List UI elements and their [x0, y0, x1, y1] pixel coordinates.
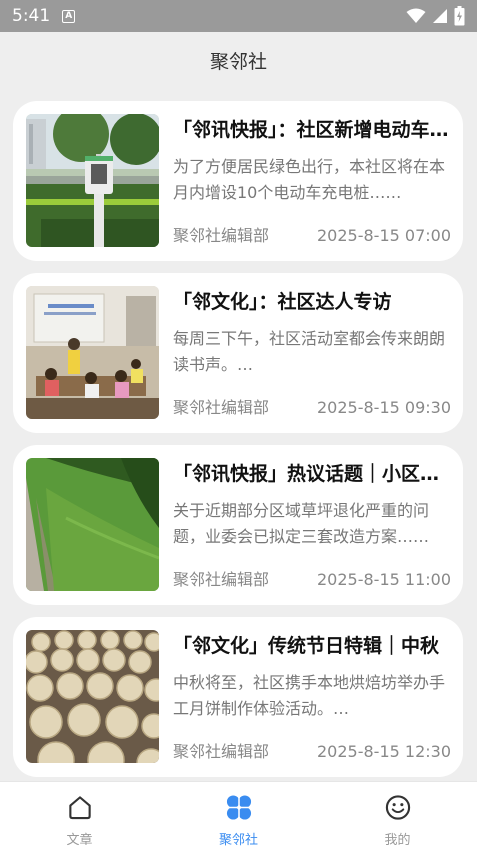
smile-icon	[385, 795, 410, 820]
nav-item-julinshe[interactable]: 聚邻社	[159, 782, 318, 848]
article-title: 「邻讯快报」：社区新增电动车充电桩	[173, 119, 451, 141]
article-meta: 聚邻社编辑部 2025-8-15 09:30	[173, 397, 451, 419]
status-icons	[406, 6, 465, 26]
article-excerpt: 为了方便居民绿色出行，本社区将在本月内增设10个电动车充电桩……	[173, 157, 446, 202]
article-body: 「邻讯快报」：社区新增电动车充电桩 为了方便居民绿色出行，本社区将在本月内增设1…	[173, 114, 451, 247]
article-meta: 聚邻社编辑部 2025-8-15 07:00	[173, 225, 451, 247]
article-title: 「邻讯快报」热议话题｜小区草坪	[173, 463, 451, 485]
article-time: 2025-8-15 12:30	[317, 742, 451, 761]
nav-label: 聚邻社	[218, 833, 258, 848]
article-author: 聚邻社编辑部	[173, 398, 270, 417]
mooncake-photo	[26, 630, 159, 763]
signal-icon	[433, 9, 447, 23]
grid-icon	[225, 794, 252, 821]
nav-label: 文章	[66, 833, 93, 848]
article-author: 聚邻社编辑部	[173, 570, 270, 589]
status-time: 5:41	[12, 6, 51, 26]
article-meta: 聚邻社编辑部 2025-8-15 11:00	[173, 569, 451, 591]
charging-station-photo	[26, 114, 159, 247]
nav-label: 我的	[384, 833, 411, 848]
bottom-nav: 文章 聚邻社 我的	[0, 781, 477, 848]
article-body: 「邻文化」：社区达人专访 每周三下午，社区活动室都会传来朗朗读书声。… 聚邻社编…	[173, 286, 451, 419]
notification-a-icon: A	[62, 9, 76, 23]
article-author: 聚邻社编辑部	[173, 226, 270, 245]
article-feed[interactable]: 「邻讯快报」：社区新增电动车充电桩 为了方便居民绿色出行，本社区将在本月内增设1…	[0, 88, 477, 780]
nav-item-mine[interactable]: 我的	[318, 782, 477, 848]
article-card[interactable]: 「邻讯快报」：社区新增电动车充电桩 为了方便居民绿色出行，本社区将在本月内增设1…	[13, 101, 463, 261]
wifi-icon	[406, 8, 426, 23]
reading-room-photo	[26, 286, 159, 419]
article-body: 「邻文化」传统节日特辑｜中秋 中秋将至，社区携手本地烘焙坊举办手工月饼制作体验活…	[173, 630, 451, 763]
article-time: 2025-8-15 11:00	[317, 570, 451, 589]
article-card[interactable]: 「邻讯快报」热议话题｜小区草坪 关于近期部分区域草坪退化严重的问题，业委会已拟定…	[13, 445, 463, 605]
article-card[interactable]: 「邻文化」：社区达人专访 每周三下午，社区活动室都会传来朗朗读书声。… 聚邻社编…	[13, 273, 463, 433]
article-title: 「邻文化」：社区达人专访	[173, 291, 392, 313]
article-author: 聚邻社编辑部	[173, 742, 270, 761]
article-time: 2025-8-15 07:00	[317, 226, 451, 245]
page-title: 聚邻社	[209, 50, 267, 73]
article-time: 2025-8-15 09:30	[317, 398, 451, 417]
lawn-photo	[26, 458, 159, 591]
app-header: 聚邻社	[0, 32, 477, 88]
article-excerpt: 中秋将至，社区携手本地烘焙坊举办手工月饼制作体验活动。…	[173, 673, 446, 718]
article-excerpt: 每周三下午，社区活动室都会传来朗朗读书声。…	[173, 329, 446, 374]
nav-item-articles[interactable]: 文章	[0, 782, 159, 848]
article-excerpt: 关于近期部分区域草坪退化严重的问题，业委会已拟定三套改造方案……	[173, 501, 430, 546]
home-icon	[68, 796, 91, 820]
battery-icon	[454, 6, 465, 26]
article-meta: 聚邻社编辑部 2025-8-15 12:30	[173, 741, 451, 763]
article-title: 「邻文化」传统节日特辑｜中秋	[173, 635, 440, 657]
article-card[interactable]: 「邻文化」传统节日特辑｜中秋 中秋将至，社区携手本地烘焙坊举办手工月饼制作体验活…	[13, 617, 463, 777]
status-bar: 5:41 A	[0, 0, 477, 32]
article-body: 「邻讯快报」热议话题｜小区草坪 关于近期部分区域草坪退化严重的问题，业委会已拟定…	[173, 458, 451, 591]
